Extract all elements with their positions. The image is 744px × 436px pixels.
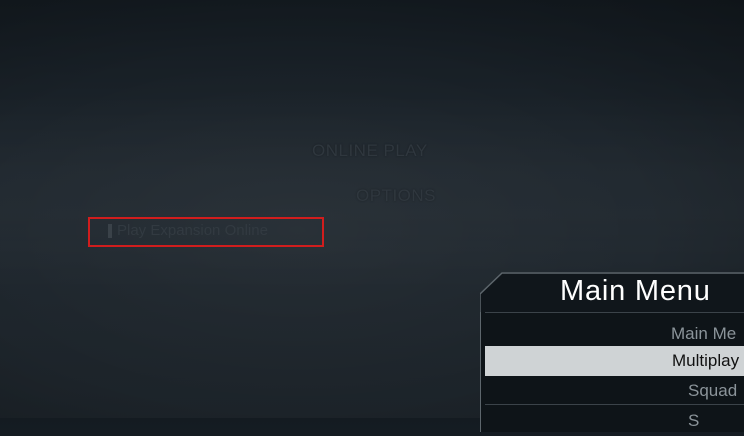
menu-item-label: S bbox=[688, 411, 700, 430]
menu-item-multiplayer[interactable]: Multiplay bbox=[485, 346, 744, 376]
highlight-box bbox=[88, 217, 324, 247]
panel-divider bbox=[485, 404, 744, 405]
menu-item-partial[interactable]: S bbox=[485, 406, 744, 436]
online-play-item[interactable]: ONLINE PLAY bbox=[312, 141, 428, 161]
menu-item-label: Squad bbox=[688, 381, 738, 400]
menu-item-label: Main Me bbox=[671, 324, 737, 343]
panel-title: Main Menu bbox=[560, 275, 711, 307]
panel-divider bbox=[485, 312, 744, 313]
menu-item-main-menu[interactable]: Main Me bbox=[485, 319, 744, 349]
options-item[interactable]: OPTIONS bbox=[356, 186, 436, 206]
menu-item-squad[interactable]: Squad bbox=[485, 376, 744, 406]
main-menu-panel: Main Menu Main Me Multiplay Squad S bbox=[480, 272, 744, 432]
menu-item-label: Multiplay bbox=[672, 351, 740, 370]
